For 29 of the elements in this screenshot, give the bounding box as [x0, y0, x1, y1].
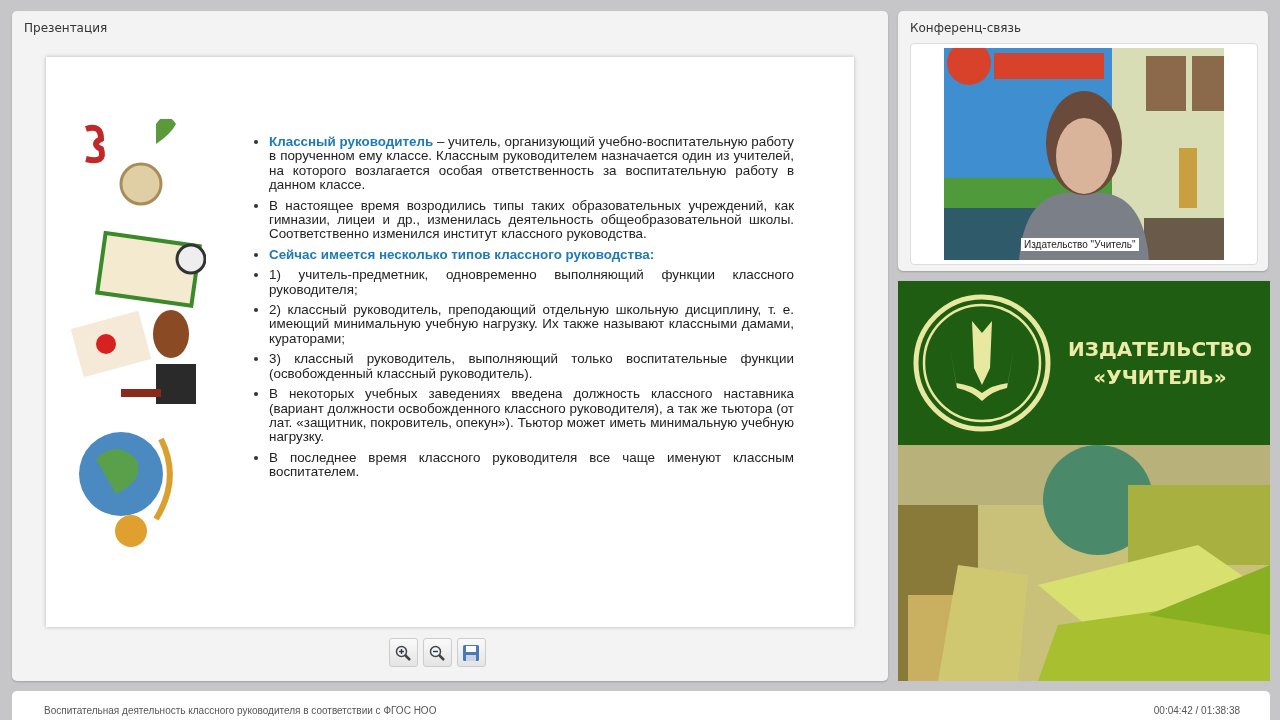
bullet-text: В настоящее время возродились типы таких образовательных учреждений, как гимназии, лицеи и др., изменилась деятельность общеобразовательной школы. Соответственно изменился институт классного руководства. [269, 198, 794, 242]
bullet-text: В последнее время классного руководителя все чаще именуют классным воспитателем. [269, 450, 794, 480]
zoom-out-button[interactable] [422, 638, 452, 667]
playback-time: 00:04:42 / 01:38:38 [1153, 705, 1240, 716]
logo-text: ИЗДАТЕЛЬСТВО [1068, 337, 1252, 361]
bullet-icon [254, 273, 258, 278]
bullet-text: 1) учитель-предметник, одновременно выполняющий функции классного руководителя; [269, 268, 794, 298]
save-button[interactable] [456, 638, 486, 667]
bullet-icon [254, 308, 258, 313]
zoom-in-icon [395, 644, 411, 661]
bullet-icon [254, 140, 258, 144]
bullet-text: Классный руководитель – учитель, организующий учебно-воспитательную работу в порученном ему классе. Классным руководителем назначается один из учителей, на которого возлагается особая ответственность за воспитательную работу в данном классе. [269, 135, 794, 193]
bullet-icon [254, 455, 258, 460]
bullet-icon [254, 203, 258, 208]
presentation-title: Воспитательная деятельность классного руководителя в соответствии с ФГОС НОО [44, 705, 437, 716]
logo-text: «УЧИТЕЛЬ» [1093, 365, 1227, 389]
video-caption: Издательство "Учитель" [1021, 238, 1139, 251]
bullet-icon [254, 357, 258, 362]
panel-title: Конференц-связь [909, 20, 1023, 36]
book-emblem-icon [912, 293, 1052, 433]
bullet-icon [254, 392, 258, 397]
zoom-out-icon [429, 644, 445, 661]
bullet-text: В некоторых учебных заведениях введена должность классного наставника (вариант должности освобожденного классного руководителя), а так же тьютора (от лат. «защитник, покровитель, опекун»). Тьютор может иметь минимальную учебную нагрузку. [269, 387, 794, 445]
zoom-in-button[interactable] [388, 638, 418, 667]
bullet-text: 3) классный руководитель, выполняющий только воспитательные функции (освобожденный классный руководитель). [269, 352, 794, 382]
panel-title: Презентация [23, 20, 109, 36]
bullet-text: Сейчас имеется несколько типов классного руководства: [269, 247, 656, 263]
bullet-icon [254, 252, 258, 257]
bullet-text: 2) классный руководитель, преподающий отдельную школьную дисциплину, т. е. имеющий минимальную учебную нагрузку. Их также называют классными дамами, кураторами; [269, 303, 794, 347]
